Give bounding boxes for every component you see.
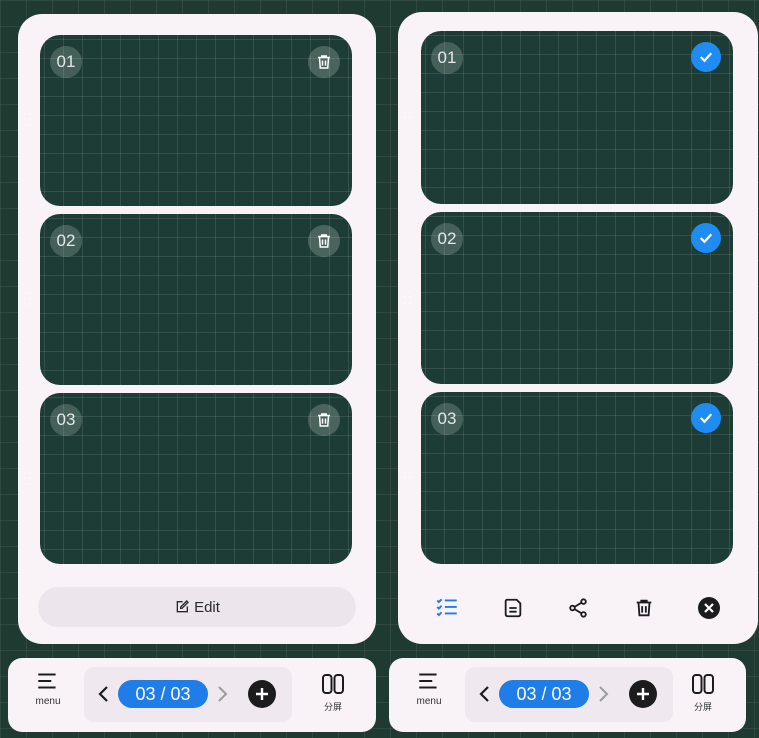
share-button[interactable] [563,593,593,623]
menu-label: menu [416,696,442,707]
page-navigator: 03 / 03 [84,667,292,722]
drag-handle-icon[interactable] [24,472,32,486]
page-number: 01 [431,42,463,74]
chevron-right-icon[interactable] [214,684,230,704]
menu-button[interactable]: menu [30,668,66,718]
drag-handle-icon[interactable] [24,113,32,127]
menu-button[interactable]: menu [411,668,447,718]
delete-page-button[interactable] [308,404,340,436]
share-icon [569,598,587,618]
close-selection-button[interactable] [694,593,724,623]
drag-handle-icon[interactable] [404,471,412,485]
page-thumbnail-1-selected[interactable]: 01 [421,31,733,204]
plus-icon [256,688,268,700]
chevron-right-icon[interactable] [595,684,611,704]
delete-page-button[interactable] [308,225,340,257]
delete-page-button[interactable] [308,46,340,78]
split-screen-icon [322,674,344,694]
menu-icon [38,673,56,689]
trash-icon [318,234,330,248]
page-select-panel: 01 02 03 [398,12,758,644]
page-thumbnail-1[interactable]: 01 [40,35,352,206]
split-screen-button[interactable]: 分屏 [688,672,718,718]
drag-handle-icon[interactable] [404,111,412,125]
bottom-toolbar: menu 03 / 03 分屏 [389,658,746,732]
page-number: 03 [50,404,82,436]
selection-action-bar [420,590,736,626]
split-screen-label: 分屏 [323,702,342,712]
check-icon [699,233,713,244]
drag-handle-icon[interactable] [404,291,412,305]
page-indicator[interactable]: 03 / 03 [499,680,589,708]
page-select-checkbox[interactable] [691,223,721,253]
trash-icon [318,55,330,69]
check-icon [699,413,713,424]
chevron-left-icon[interactable] [96,684,112,704]
bottom-toolbar: menu 03 / 03 分屏 [8,658,376,732]
page-indicator[interactable]: 03 / 03 [118,680,208,708]
trash-icon [636,599,651,617]
page-number: 02 [431,223,463,255]
select-all-button[interactable] [432,593,462,623]
split-screen-icon [692,674,714,694]
checklist-icon [436,598,457,617]
drag-handle-icon[interactable] [24,292,32,306]
delete-selected-button[interactable] [629,593,659,623]
page-thumbnail-3-selected[interactable]: 03 [421,392,733,564]
add-page-button[interactable] [248,680,276,708]
page-select-checkbox[interactable] [691,403,721,433]
page-select-checkbox[interactable] [691,42,721,72]
edit-button-label: Edit [194,598,220,616]
page-number: 03 [431,403,463,435]
page-navigator: 03 / 03 [465,667,673,722]
menu-icon [419,673,437,689]
page-list-panel: 01 02 03 Edit [18,14,376,644]
split-screen-label: 分屏 [693,702,712,712]
trash-icon [318,413,330,427]
edit-button[interactable]: Edit [38,587,356,627]
check-icon [699,52,713,63]
page-number: 01 [50,46,82,78]
edit-icon [176,600,190,613]
page-thumbnail-2[interactable]: 02 [40,214,352,385]
menu-label: menu [35,696,61,707]
page-thumbnail-3[interactable]: 03 [40,393,352,564]
page-number: 02 [50,225,82,257]
add-page-button[interactable] [629,680,657,708]
page-thumbnail-2-selected[interactable]: 02 [421,212,733,384]
split-screen-button[interactable]: 分屏 [318,672,348,718]
chevron-left-icon[interactable] [477,684,493,704]
close-icon [698,597,720,619]
plus-icon [637,688,649,700]
save-button[interactable] [498,593,528,623]
save-icon [504,598,521,618]
